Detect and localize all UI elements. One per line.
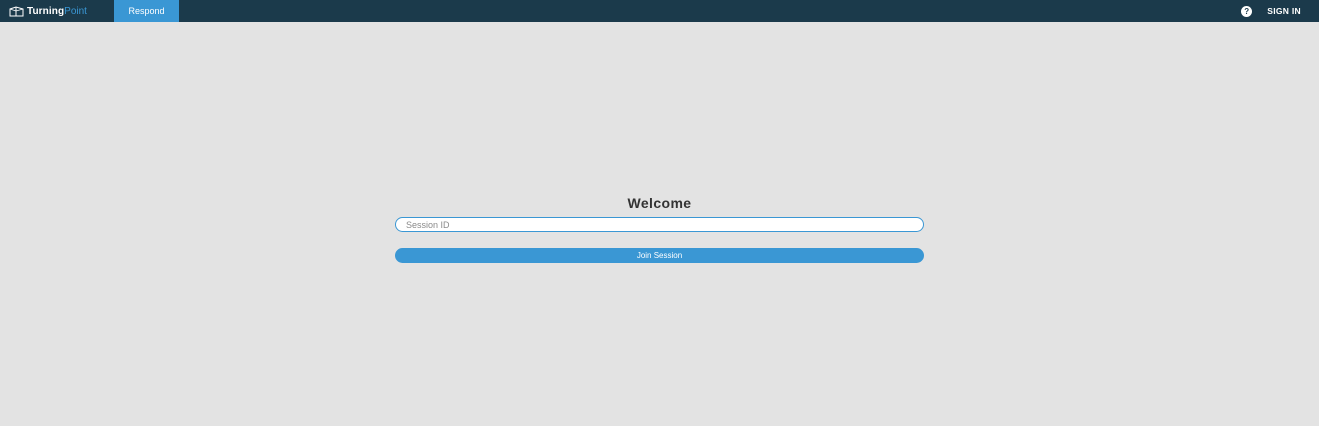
header-spacer [179,0,1241,22]
top-navigation-bar: Turning Point Respond ? SIGN IN [0,0,1319,22]
brand-name-point: Point [64,5,87,17]
join-session-form: Welcome Join Session [395,193,924,263]
page-title: Welcome [627,195,692,211]
brand-name-turning: Turning [27,5,65,17]
tab-respond[interactable]: Respond [114,0,179,22]
turningpoint-logo-icon [9,5,24,16]
sign-in-link[interactable]: SIGN IN [1267,0,1301,22]
join-session-button[interactable]: Join Session [395,248,924,263]
brand-logo[interactable]: Turning Point [0,0,105,22]
session-id-input[interactable] [395,217,924,232]
help-icon[interactable]: ? [1241,5,1253,17]
